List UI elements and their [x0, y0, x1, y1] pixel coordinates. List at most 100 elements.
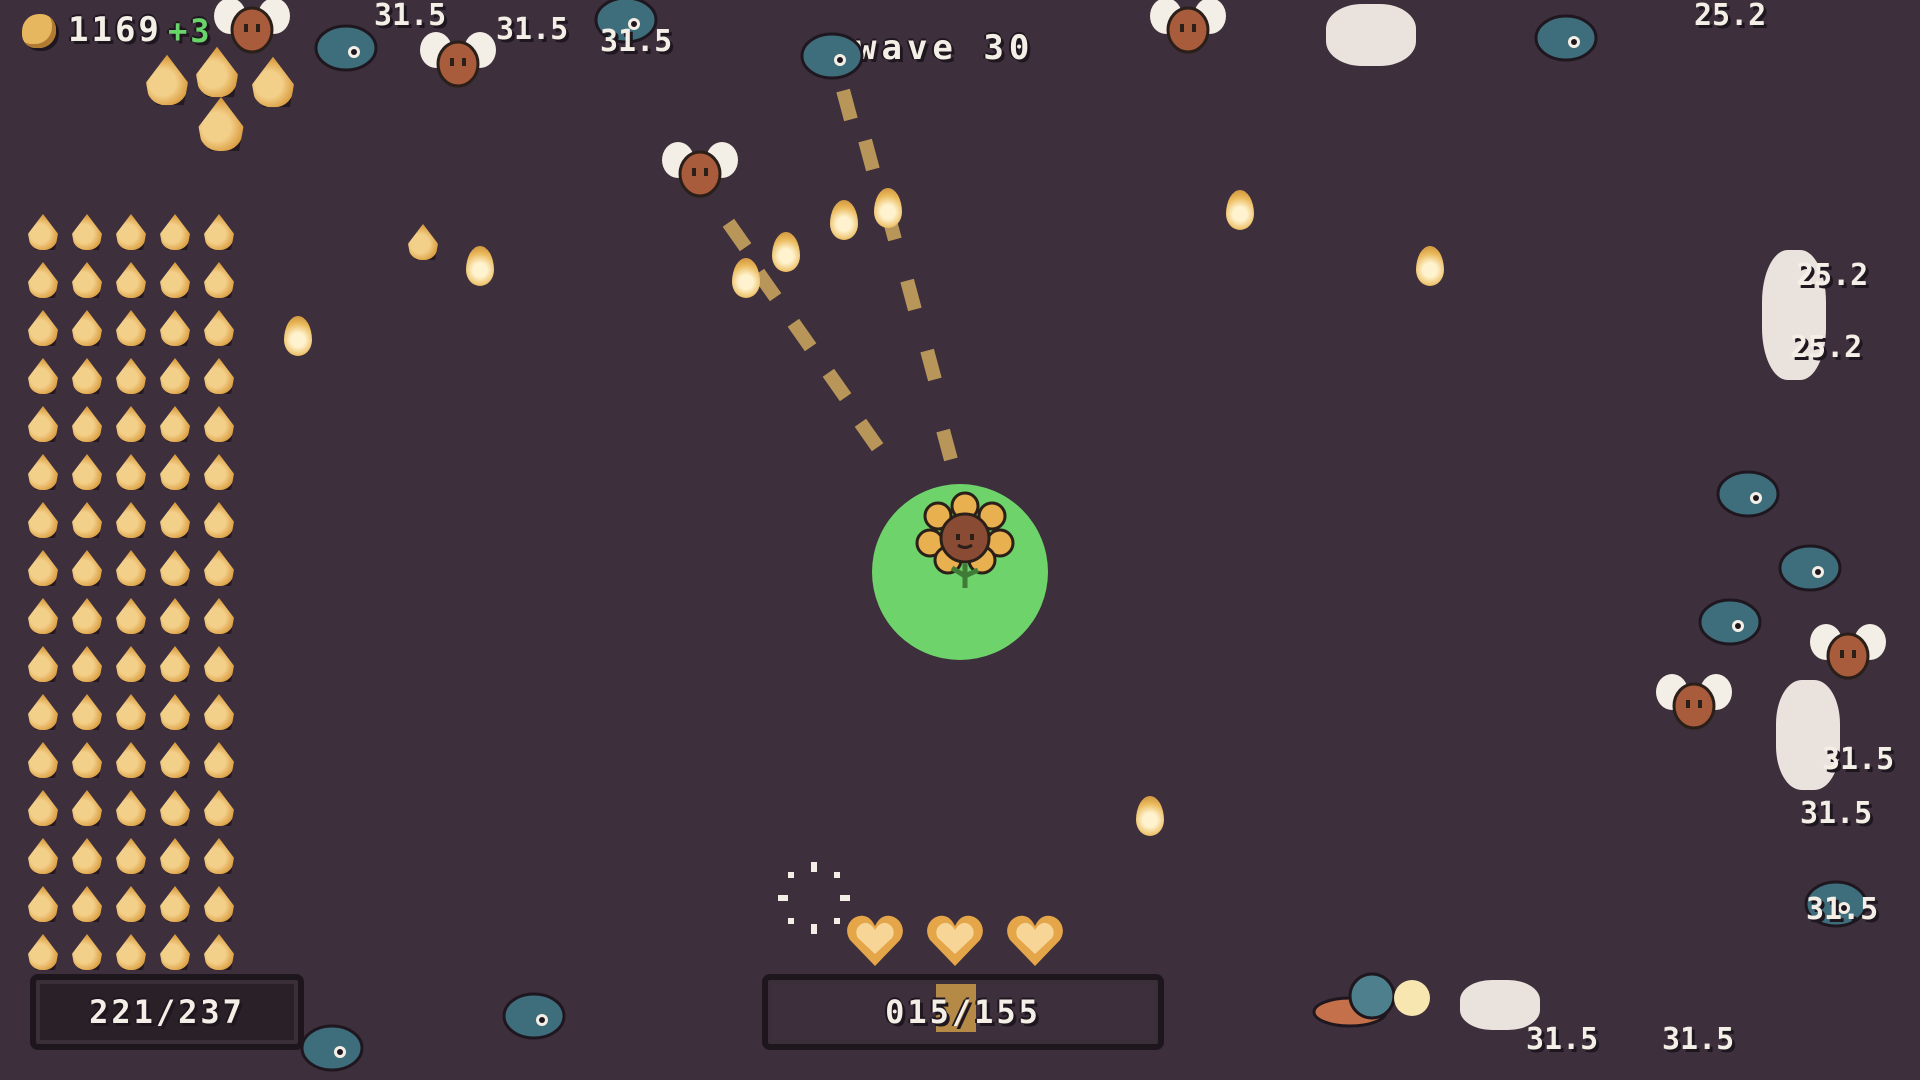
seed-drop — [1226, 190, 1254, 230]
seed-icon — [160, 214, 190, 250]
beetle-enemy — [502, 992, 566, 1040]
beetle-enemy — [1716, 470, 1780, 518]
seed-icon — [28, 886, 58, 922]
seed-icon — [204, 454, 234, 490]
seed-icon — [28, 310, 58, 346]
damage-number: 25.2 — [1694, 0, 1767, 33]
seed-pile — [146, 46, 306, 160]
seed-icon — [116, 694, 146, 730]
seed-icon — [72, 790, 102, 826]
seed-icon — [160, 598, 190, 634]
seed-icon — [160, 454, 190, 490]
seed-drop — [1136, 796, 1164, 836]
seed-icon — [28, 502, 58, 538]
seed-icon — [28, 934, 58, 970]
seed-icon — [28, 838, 58, 874]
damage-number: 31.5 — [1800, 796, 1873, 831]
seed-icon — [28, 262, 58, 298]
xp-text: 015/155 — [885, 993, 1041, 1031]
seed-drop — [830, 200, 858, 240]
seed-icon — [72, 262, 102, 298]
seed-icon — [204, 550, 234, 586]
xp-counter: 015/155 — [762, 974, 1164, 1050]
damage-number: 31.5 — [1526, 1022, 1599, 1057]
seed-icon — [72, 742, 102, 778]
wave-label: wave 30 — [856, 28, 1035, 68]
seed-icon — [72, 214, 102, 250]
damage-number: 31.5 — [600, 24, 673, 59]
seed-icon — [160, 358, 190, 394]
seed-icon — [160, 310, 190, 346]
seed-icon — [116, 838, 146, 874]
bullet-trail — [836, 80, 960, 480]
seed-icon — [28, 742, 58, 778]
seed-icon — [116, 550, 146, 586]
seed-icon — [72, 598, 102, 634]
health-hearts — [846, 914, 1064, 968]
seed-icon — [72, 934, 102, 970]
smoke-puff — [1326, 4, 1416, 66]
seed-icon — [160, 502, 190, 538]
seed-drop — [408, 224, 438, 260]
seed-icon — [116, 886, 146, 922]
seed-drop — [874, 188, 902, 228]
seed-drop — [284, 316, 312, 356]
seed-icon — [116, 358, 146, 394]
seed-icon — [116, 214, 146, 250]
moth-enemy — [1150, 0, 1226, 54]
seed-icon — [160, 886, 190, 922]
seed-icon — [28, 358, 58, 394]
beetle-enemy — [1534, 14, 1598, 62]
seed-drop — [1416, 246, 1444, 286]
seed-icon — [116, 310, 146, 346]
heart-icon — [846, 914, 904, 968]
seed-icon — [28, 598, 58, 634]
seed-icon — [204, 598, 234, 634]
seed-drop — [772, 232, 800, 272]
seed-icon — [116, 646, 146, 682]
moth-enemy — [662, 142, 738, 198]
seed-icon — [28, 790, 58, 826]
beetle-enemy — [314, 24, 378, 72]
damage-number: 25.2 — [1790, 330, 1863, 365]
seed-icon — [72, 838, 102, 874]
seed-icon — [204, 886, 234, 922]
seed-icon — [160, 790, 190, 826]
seed-icon — [72, 310, 102, 346]
seed-icon — [160, 646, 190, 682]
seed-icon — [72, 502, 102, 538]
seed-icon — [204, 310, 234, 346]
seed-icon — [28, 550, 58, 586]
seed-icon — [204, 694, 234, 730]
damage-number: 25.2 — [1796, 258, 1869, 293]
seed-icon — [72, 550, 102, 586]
seed-icon — [204, 214, 234, 250]
beetle-enemy — [1778, 544, 1842, 592]
seed-icon — [160, 694, 190, 730]
damage-number: 31.5 — [1806, 892, 1879, 927]
seed-icon — [116, 454, 146, 490]
sunflower-player — [915, 491, 1015, 588]
seed-icon — [72, 886, 102, 922]
damage-number: 31.5 — [1662, 1022, 1735, 1057]
heart-icon — [926, 914, 984, 968]
seed-icon — [116, 598, 146, 634]
seed-icon — [204, 406, 234, 442]
crosshair-icon — [778, 862, 850, 934]
moth-enemy — [1810, 624, 1886, 680]
seed-icon — [28, 646, 58, 682]
seed-capacity-text: 221/237 — [89, 993, 245, 1031]
seed-icon — [28, 214, 58, 250]
seed-icon — [204, 262, 234, 298]
seed-capacity-counter: 221/237 — [30, 974, 304, 1050]
moth-enemy — [1656, 674, 1732, 730]
seed-icon — [116, 502, 146, 538]
beetle-enemy — [1698, 598, 1762, 646]
coin-count: 1169 — [68, 10, 162, 50]
seed-icon — [72, 694, 102, 730]
beetle-enemy — [800, 32, 864, 80]
seed-icon — [204, 502, 234, 538]
seed-icon — [116, 742, 146, 778]
seed-icon — [204, 790, 234, 826]
seed-icon — [160, 550, 190, 586]
